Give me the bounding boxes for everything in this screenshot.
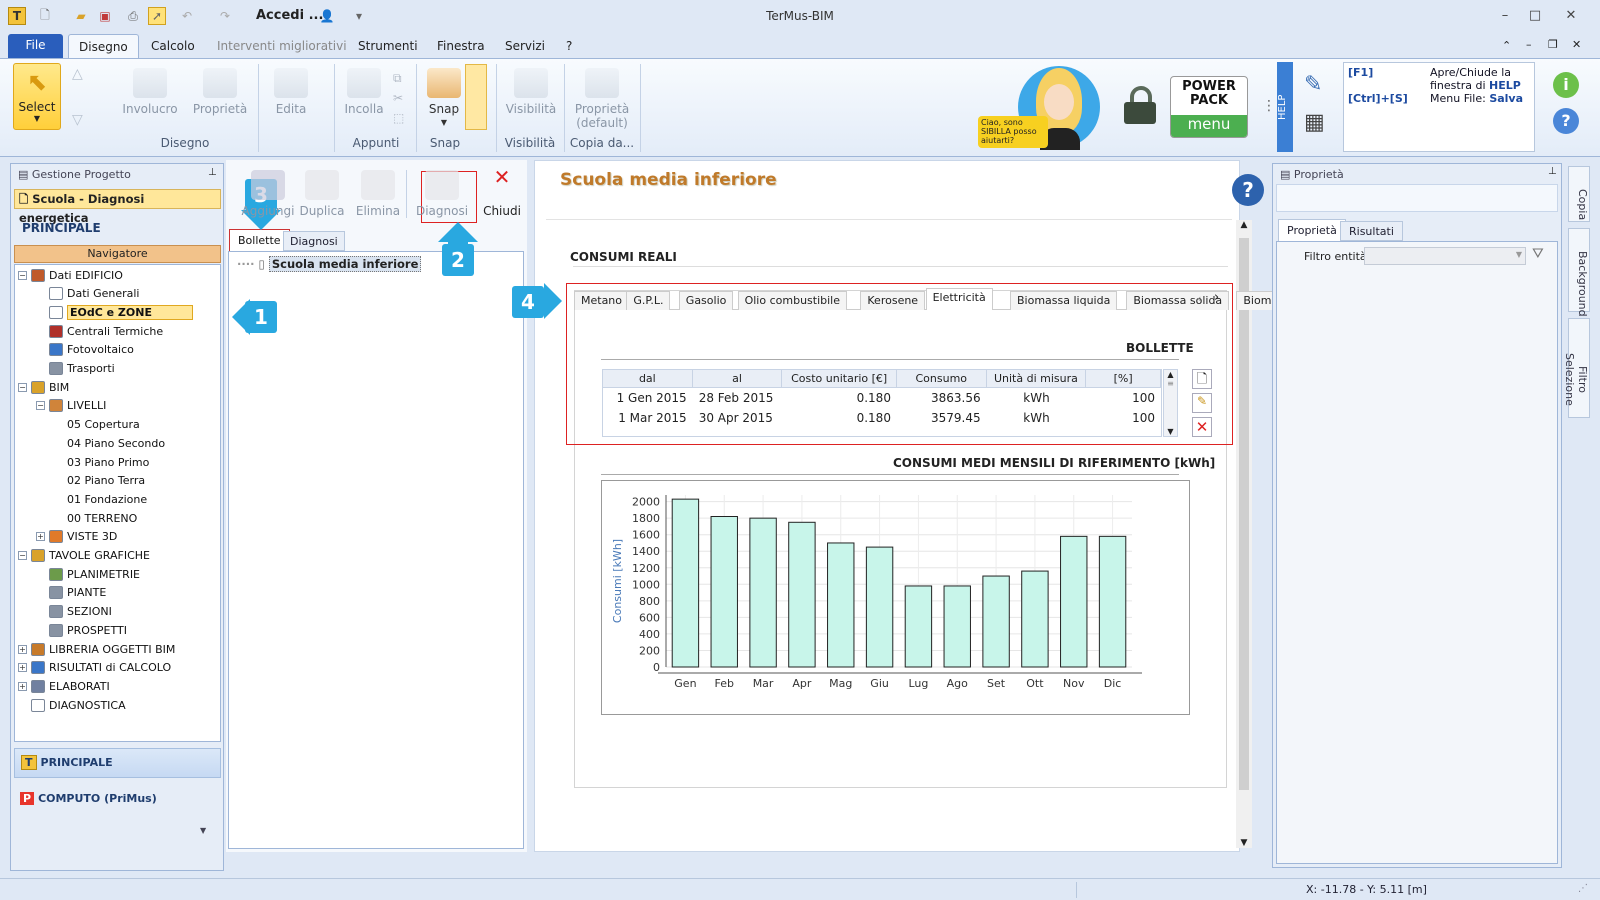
properties-content <box>1276 241 1558 864</box>
filter-icon[interactable]: ⛛ <box>1532 246 1544 262</box>
vtab-background[interactable]: Background <box>1568 228 1590 317</box>
duplica-icon <box>305 170 339 200</box>
filter-label: Filtro entità <box>1304 250 1367 263</box>
diagnosi-label: Diagnosi <box>415 204 469 218</box>
tool-aggiungi-button[interactable]: Aggiungi <box>240 170 296 218</box>
elimina-icon <box>361 170 395 200</box>
status-coordinates: X: -11.78 - Y: 5.11 [m] <box>1306 883 1427 896</box>
vtab-filtro-selezione[interactable]: Filtro Selezione <box>1563 318 1590 418</box>
properties-icon: ▤ <box>1280 168 1294 181</box>
tab-proprieta[interactable]: Proprietà <box>1278 219 1346 242</box>
right-panel-title: Proprietà <box>1293 168 1344 181</box>
right-panel-header: ▤ Proprietà <box>1280 168 1344 181</box>
status-bar: X: -11.78 - Y: 5.11 [m] ⋰ <box>0 878 1600 900</box>
chiudi-icon: ✕ <box>493 165 511 189</box>
status-separator <box>1076 882 1077 898</box>
aggiungi-icon <box>251 170 285 200</box>
callout-4: 4 <box>512 286 544 318</box>
chiudi-label: Chiudi <box>483 204 521 218</box>
aggiungi-label: Aggiungi <box>241 204 295 218</box>
tool-duplica-button[interactable]: Duplica <box>294 170 350 218</box>
callout-2: 2 <box>442 244 474 276</box>
tool-diagnosi-button[interactable]: Diagnosi <box>414 170 470 218</box>
resize-grip-icon[interactable]: ⋰ <box>1578 883 1588 894</box>
callout-1: 1 <box>245 301 277 333</box>
vtab-copia[interactable]: Copia <box>1568 166 1590 222</box>
properties-toolbar <box>1276 184 1558 212</box>
elimina-label: Elimina <box>355 204 401 218</box>
chevron-down-icon: ▼ <box>1515 250 1522 259</box>
tab-risultati[interactable]: Risultati <box>1340 221 1403 241</box>
tool-chiudi-button[interactable]: ✕ Chiudi <box>474 165 530 218</box>
pin-icon[interactable]: ⊥ <box>1548 166 1557 177</box>
tool-elimina-button[interactable]: Elimina <box>350 170 406 218</box>
diagnosi-icon <box>425 170 459 200</box>
filter-select[interactable]: ▼ <box>1364 247 1526 265</box>
duplica-label: Duplica <box>299 204 345 218</box>
